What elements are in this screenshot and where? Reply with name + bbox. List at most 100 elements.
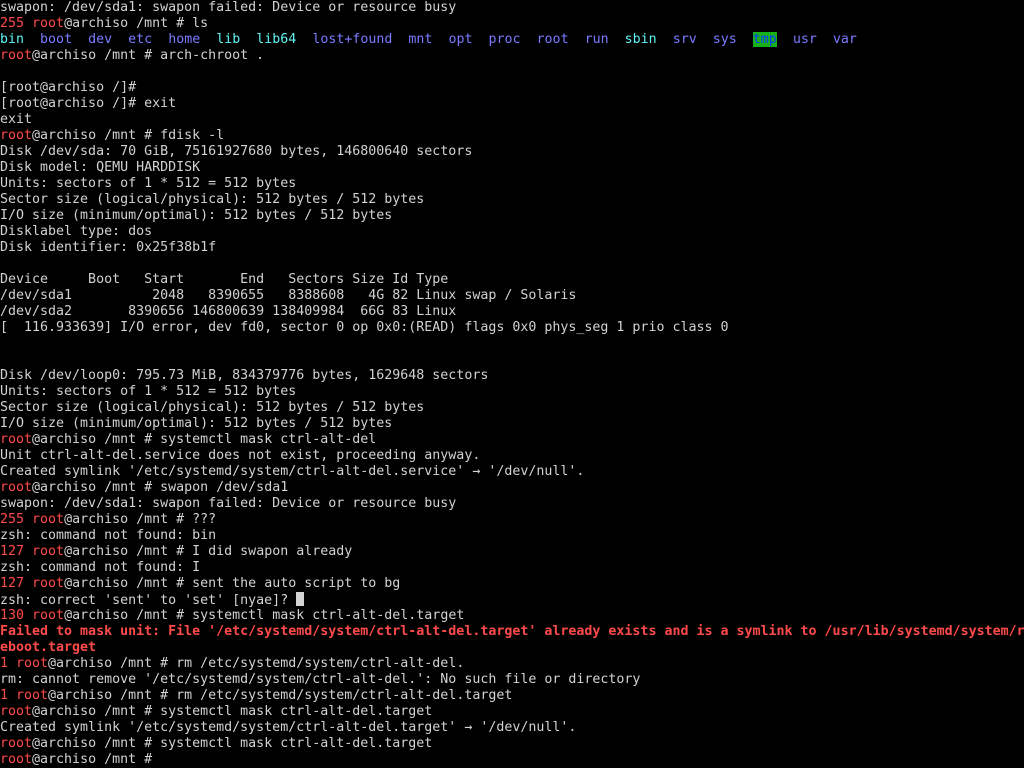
terminal-text-segment: Device Boot Start End Sectors Size Id Ty…	[0, 272, 449, 287]
terminal-text-segment: 130	[0, 608, 33, 623]
terminal-line: swapon: /dev/sda1: swapon failed: Device…	[0, 496, 1024, 512]
terminal-text-segment: @archiso /mnt # systemctl mask ctrl-alt-…	[64, 608, 465, 623]
terminal-text-segment: @archiso /mnt # rm /etc/systemd/system/c…	[48, 688, 513, 703]
terminal-line: root@archiso /mnt # systemctl mask ctrl-…	[0, 432, 1024, 448]
terminal-text-segment: root	[0, 128, 33, 143]
terminal-text-segment: I/O size (minimum/optimal): 512 bytes / …	[0, 208, 393, 223]
terminal-line: Sector size (logical/physical): 512 byte…	[0, 192, 1024, 208]
terminal-text-segment: zsh: command not found: I	[0, 560, 201, 575]
terminal-text-segment: Created symlink '/etc/systemd/system/ctr…	[0, 720, 577, 735]
terminal-text-segment: root	[16, 656, 49, 671]
terminal-text-segment: 1	[0, 688, 17, 703]
terminal-text-segment: /dev/sda2 8390656 146800639 138409984 66…	[0, 304, 457, 319]
terminal-line: /dev/sda1 2048 8390655 8388608 4G 82 Lin…	[0, 288, 1024, 304]
terminal-text-segment: lib64	[256, 32, 297, 47]
terminal-text-segment: @archiso /mnt # sent the auto script to …	[64, 576, 401, 591]
terminal-line: root@archiso /mnt # systemctl mask ctrl-…	[0, 704, 1024, 720]
terminal-line: zsh: command not found: I	[0, 560, 1024, 576]
terminal-text-segment: root	[0, 480, 33, 495]
terminal-line: 1 root@archiso /mnt # rm /etc/systemd/sy…	[0, 688, 1024, 704]
terminal-text-segment: root	[16, 688, 49, 703]
terminal-text-segment: zsh: correct 'sent' to 'set' [nyae]?	[0, 593, 297, 608]
terminal-line: Created symlink '/etc/systemd/system/ctr…	[0, 464, 1024, 480]
terminal-text-segment: root	[0, 736, 33, 751]
terminal-text-segment: mnt	[408, 32, 433, 47]
terminal-line: exit	[0, 112, 1024, 128]
terminal-text-segment: @archiso /mnt # systemctl mask ctrl-alt-…	[32, 736, 433, 751]
terminal-text-segment: @archiso /mnt # arch-chroot .	[32, 48, 265, 63]
terminal-text-segment: 255	[0, 512, 33, 527]
terminal-line: Device Boot Start End Sectors Size Id Ty…	[0, 272, 1024, 288]
terminal-text-segment: I/O size (minimum/optimal): 512 bytes / …	[0, 416, 393, 431]
terminal-text-segment: @archiso /mnt # ???	[64, 512, 217, 527]
terminal-console[interactable]: swapon: /dev/sda1: swapon failed: Device…	[0, 0, 1024, 768]
terminal-line: eboot.target	[0, 640, 1024, 656]
terminal-text-segment: opt	[448, 32, 473, 47]
terminal-text-segment: root	[32, 576, 65, 591]
terminal-text-segment: srv	[672, 32, 697, 47]
terminal-line: root@archiso /mnt # arch-chroot .	[0, 48, 1024, 64]
terminal-text-segment: Disk /dev/loop0: 795.73 MiB, 834379776 b…	[0, 368, 489, 383]
terminal-text-segment: root	[536, 32, 569, 47]
terminal-text-segment: boot	[40, 32, 73, 47]
terminal-text-segment: Disk /dev/sda: 70 GiB, 75161927680 bytes…	[0, 144, 473, 159]
terminal-text-segment: root	[0, 48, 33, 63]
terminal-line: root@archiso /mnt # systemctl mask ctrl-…	[0, 736, 1024, 752]
terminal-line: [root@archiso /]# exit	[0, 96, 1024, 112]
terminal-line: Failed to mask unit: File '/etc/systemd/…	[0, 624, 1024, 640]
terminal-line: root@archiso /mnt # fdisk -l	[0, 128, 1024, 144]
terminal-text-segment: @archiso /mnt # systemctl mask ctrl-alt-…	[32, 704, 433, 719]
terminal-text-segment: Failed to mask unit: File '/etc/systemd/…	[0, 624, 1024, 639]
terminal-text-segment: 127	[0, 544, 33, 559]
terminal-line: root@archiso /mnt # swapon /dev/sda1	[0, 480, 1024, 496]
terminal-text-segment: lost+found	[312, 32, 393, 47]
terminal-text-segment: Units: sectors of 1 * 512 = 512 bytes	[0, 384, 297, 399]
text-cursor	[296, 592, 305, 606]
terminal-text-segment: Created symlink '/etc/systemd/system/ctr…	[0, 464, 585, 479]
terminal-line: 127 root@archiso /mnt # I did swapon alr…	[0, 544, 1024, 560]
terminal-line: rm: cannot remove '/etc/systemd/system/c…	[0, 672, 1024, 688]
terminal-text-segment: Sector size (logical/physical): 512 byte…	[0, 192, 425, 207]
terminal-line: 1 root@archiso /mnt # rm /etc/systemd/sy…	[0, 656, 1024, 672]
terminal-text-segment: root	[32, 16, 65, 31]
terminal-text-segment: run	[584, 32, 609, 47]
terminal-line: [ 116.933639] I/O error, dev fd0, sector…	[0, 320, 1024, 336]
terminal-line: Disklabel type: dos	[0, 224, 1024, 240]
terminal-text-segment: root	[0, 752, 33, 767]
terminal-text-segment: Disk model: QEMU HARDDISK	[0, 160, 201, 175]
terminal-text-segment: proc	[488, 32, 521, 47]
terminal-line: I/O size (minimum/optimal): 512 bytes / …	[0, 208, 1024, 224]
terminal-line: Units: sectors of 1 * 512 = 512 bytes	[0, 176, 1024, 192]
terminal-text-segment: sbin	[624, 32, 657, 47]
terminal-text-segment: eboot.target	[0, 640, 97, 655]
terminal-line: 255 root@archiso /mnt # ls	[0, 16, 1024, 32]
terminal-line: Disk /dev/sda: 70 GiB, 75161927680 bytes…	[0, 144, 1024, 160]
terminal-text-segment: 1	[0, 656, 17, 671]
terminal-text-segment: @archiso /mnt # rm /etc/systemd/system/c…	[48, 656, 465, 671]
terminal-text-segment: Disklabel type: dos	[0, 224, 153, 239]
terminal-line: swapon: /dev/sda1: swapon failed: Device…	[0, 0, 1024, 16]
terminal-text-segment: usr	[792, 32, 817, 47]
terminal-text-segment: @archiso /mnt # fdisk -l	[32, 128, 225, 143]
terminal-text-segment: root	[32, 512, 65, 527]
terminal-text-segment: root	[32, 544, 65, 559]
terminal-text-segment: Unit ctrl-alt-del.service does not exist…	[0, 448, 481, 463]
terminal-text-segment: lib	[216, 32, 241, 47]
terminal-text-segment: [root@archiso /]# exit	[0, 96, 177, 111]
